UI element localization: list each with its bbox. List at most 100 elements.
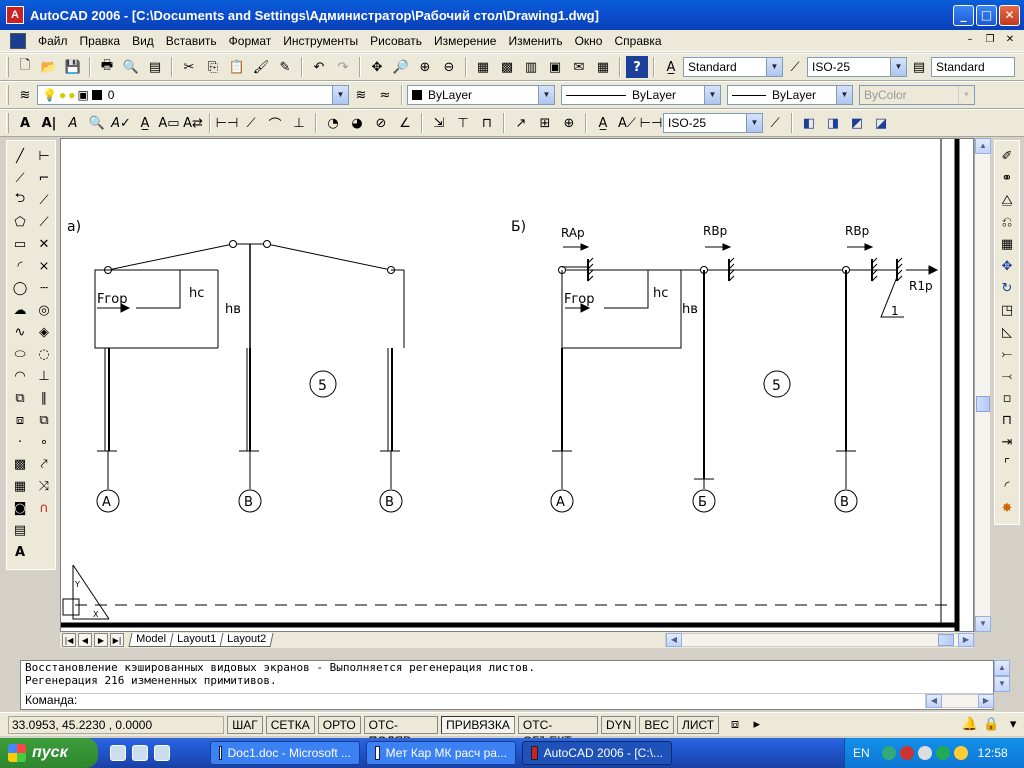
first-tab-icon[interactable]: |◀ (62, 633, 76, 647)
find-text-icon[interactable]: 🔍 (86, 112, 108, 134)
construction-line-icon[interactable]: ⟋ (10, 167, 30, 189)
save-icon[interactable]: 💾 (62, 56, 84, 78)
ellipse-icon[interactable]: ⬭ (10, 343, 30, 365)
tray-security-icon[interactable] (935, 746, 950, 760)
join-icon[interactable]: ⇥ (997, 431, 1017, 453)
array-icon[interactable]: ▦ (997, 233, 1017, 255)
title-bar[interactable]: A AutoCAD 2006 - [C:\Documents and Setti… (0, 0, 1024, 30)
dim-style-manager-icon[interactable]: ⟋ (764, 112, 786, 134)
radius-dim-icon[interactable]: ◔ (322, 112, 344, 134)
break-at-point-icon[interactable]: ▫ (997, 387, 1017, 409)
zoom-window-icon[interactable]: ⊕ (414, 56, 436, 78)
dim-text-edit-icon[interactable]: A⟋ (616, 112, 638, 134)
hatch-icon[interactable]: ▩ (10, 453, 30, 475)
menu-edit[interactable]: Правка (74, 30, 127, 52)
chevron-down-icon[interactable]: ▼ (836, 86, 852, 104)
command-prompt[interactable]: Команда: (25, 693, 993, 707)
markup-icon[interactable]: ✉ (568, 56, 590, 78)
dim-osnap-icon[interactable]: ∩ (34, 497, 54, 519)
send-under-icon[interactable]: ◪ (870, 112, 892, 134)
scroll-up-icon[interactable]: ▲ (994, 660, 1010, 676)
dim-tangent-icon[interactable]: ◌ (34, 343, 54, 365)
menu-tools[interactable]: Инструменты (277, 30, 364, 52)
cut-icon[interactable]: ✂ (178, 56, 200, 78)
command-vertical-scrollbar[interactable]: ▲ ▼ (994, 660, 1010, 692)
copy-icon[interactable]: ⎘ (202, 56, 224, 78)
new-icon[interactable]: 🗋 (14, 56, 36, 78)
dim-perp2-icon[interactable]: ⊥ (34, 365, 54, 387)
grid-toggle[interactable]: СЕТКА (265, 715, 315, 734)
toolbar-lock-icon[interactable]: 🔒 (981, 714, 1001, 736)
dim-node-icon[interactable]: ∘ (34, 431, 54, 453)
circle-icon[interactable]: ◯ (10, 277, 30, 299)
layer-previous-icon[interactable]: ≈ (374, 84, 396, 106)
menu-help[interactable]: Справка (608, 30, 667, 52)
menu-view[interactable]: Вид (126, 30, 160, 52)
dim-none-icon[interactable]: ⤨ (34, 475, 54, 497)
undo-icon[interactable]: ↶ (308, 56, 330, 78)
pan-icon[interactable]: ✥ (366, 56, 388, 78)
communication-center-icon[interactable]: 🔔 (960, 714, 980, 736)
center-mark-icon[interactable]: ⊕ (558, 112, 580, 134)
autocad-app-icon[interactable]: A (6, 6, 24, 24)
continue-dim-icon[interactable]: ⊓ (476, 112, 498, 134)
task-autocad[interactable]: AutoCAD 2006 - [C:\... (522, 741, 672, 765)
break-icon[interactable]: ⊓ (997, 409, 1017, 431)
text-style-select[interactable]: Standard ▼ (683, 57, 783, 77)
snap-toggle[interactable]: ШАГ (227, 715, 263, 734)
model-paper-toggle[interactable]: ЛИСТ (677, 715, 720, 734)
clock[interactable]: 12:58 (978, 746, 1008, 760)
rectangle-icon[interactable]: ▭ (10, 233, 30, 255)
chamfer-icon[interactable]: ⌜ (997, 453, 1017, 475)
scale-icon[interactable]: ◳ (997, 299, 1017, 321)
multiline-text-icon[interactable]: A| (38, 112, 60, 134)
lineweight-select[interactable]: ByLayer ▼ (727, 85, 853, 105)
task-word-doc2[interactable]: Мет Кар МК расч ра... (366, 741, 516, 765)
color-select[interactable]: ByLayer ▼ (407, 85, 555, 105)
linear-dim-icon[interactable]: ⊢⊣ (216, 112, 239, 134)
chevron-down-icon[interactable]: ▼ (332, 86, 348, 104)
quicklaunch-desktop-icon[interactable] (110, 745, 126, 761)
zoom-realtime-icon[interactable]: 🔎 (390, 56, 412, 78)
scroll-down-icon[interactable]: ▼ (975, 616, 991, 632)
send-to-back-icon[interactable]: ◨ (822, 112, 844, 134)
dim-edit-icon[interactable]: A̲ (592, 112, 614, 134)
chevron-down-icon[interactable]: ▼ (890, 58, 906, 76)
insert-block-icon[interactable]: ⧉ (10, 387, 30, 409)
layer-select[interactable]: 💡 ● ● ▣ 0 ▼ (37, 85, 349, 105)
spelling-icon[interactable]: A✓ (110, 112, 132, 134)
quicklaunch-browser-icon[interactable] (132, 745, 148, 761)
restore-button[interactable]: □ (976, 5, 997, 26)
dim-dash-icon[interactable]: ┄ (34, 277, 54, 299)
ordinate-dim-icon[interactable]: ⊥ (288, 112, 310, 134)
lwt-toggle[interactable]: ВЕС (639, 715, 675, 734)
dim-linear-icon[interactable]: ⊢ (34, 145, 54, 167)
justify-text-icon[interactable]: A⇄ (182, 112, 204, 134)
edit-text-icon[interactable]: A (62, 112, 84, 134)
mirror-icon[interactable]: ⧋ (997, 189, 1017, 211)
menu-draw[interactable]: Рисовать (364, 30, 428, 52)
last-tab-icon[interactable]: ▶| (110, 633, 124, 647)
single-text-icon[interactable]: A (14, 112, 36, 134)
help-icon[interactable]: ? (626, 56, 648, 78)
match-properties-icon[interactable]: 🖌 (250, 56, 272, 78)
scroll-left-icon[interactable]: ◀ (666, 633, 682, 647)
ellipse-arc-icon[interactable]: ◠ (10, 365, 30, 387)
scroll-right-icon[interactable]: ▶ (978, 694, 994, 708)
coordinate-readout[interactable]: 33.0953, 45.2230 , 0.0000 (8, 715, 225, 734)
ortho-toggle[interactable]: ОРТО (317, 715, 361, 734)
text-style-icon[interactable]: A̲ (660, 56, 682, 78)
otrack-toggle[interactable]: ОТС-ОБЪЕКТ (517, 715, 598, 748)
maximize-viewport-icon[interactable]: ⧈ (725, 714, 745, 736)
design-center-icon[interactable]: ▩ (496, 56, 518, 78)
scroll-left-icon[interactable]: ◀ (926, 694, 942, 708)
print-icon[interactable]: 🖶 (96, 56, 118, 78)
make-layer-current-icon[interactable]: ≋ (350, 84, 372, 106)
tab-model[interactable]: Model (128, 633, 174, 647)
aligned-dim-icon[interactable]: ⟋ (240, 112, 262, 134)
language-indicator[interactable]: EN (853, 746, 870, 760)
line-icon[interactable]: ╱ (10, 145, 30, 167)
jogged-dim-icon[interactable]: ◕ (346, 112, 368, 134)
text-style-dlg-icon[interactable]: A̲ (134, 112, 156, 134)
drawing-vertical-scrollbar[interactable]: ▲ ▼ (974, 138, 991, 632)
